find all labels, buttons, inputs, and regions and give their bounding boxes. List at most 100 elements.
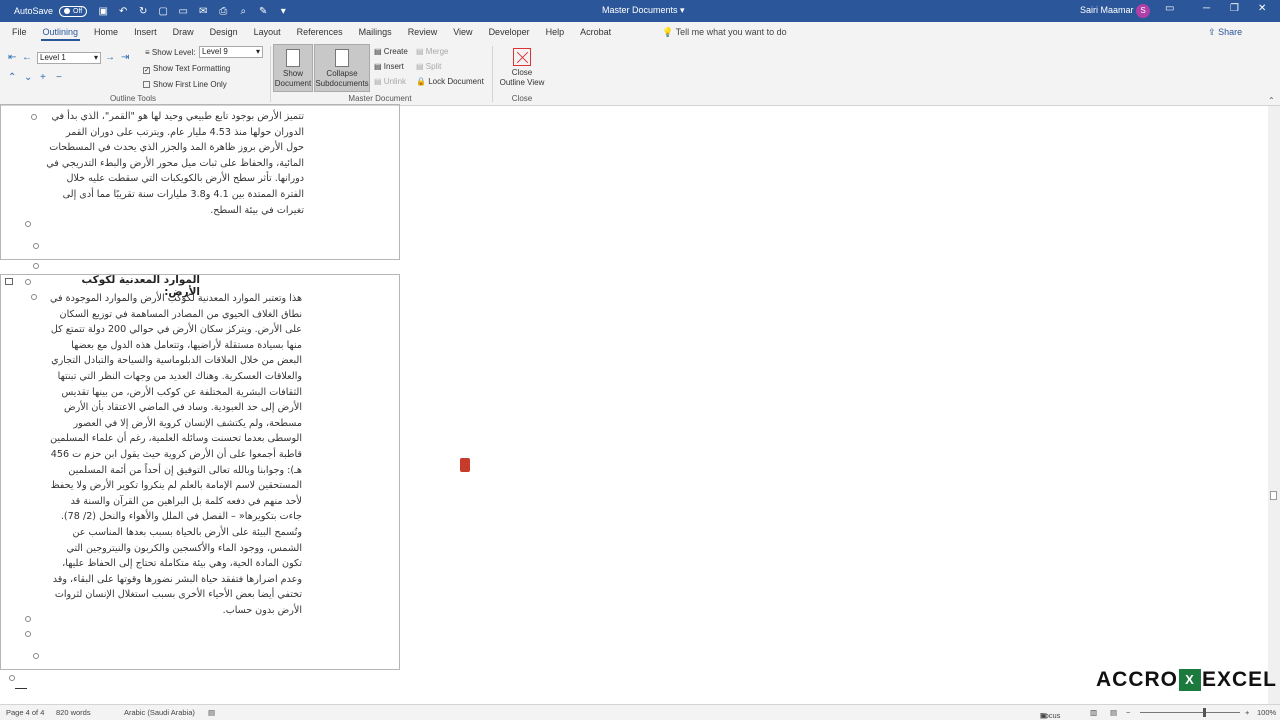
tab-outlining[interactable]: Outlining [35,22,87,42]
merge-button[interactable]: ▤ Merge [416,47,448,56]
outline-bullet-icon[interactable] [25,279,31,285]
promote-icon[interactable]: ← [22,52,32,63]
tab-mailings[interactable]: Mailings [351,22,400,42]
create-icon: ▤ [374,47,382,56]
split-button[interactable]: ▤ Split [416,62,441,71]
subdocument-icon[interactable] [5,278,13,285]
restore-icon[interactable]: ❐ [1230,3,1239,14]
outline-bullet-icon[interactable] [25,616,31,622]
collapse-subdocuments-button[interactable]: Collapse Subdocuments [314,44,370,92]
chevron-down-icon: ▾ [93,53,98,62]
show-text-formatting-checkbox[interactable]: ✓ Show Text Formatting [143,64,230,74]
share-button[interactable]: ⇪ Share [1208,27,1242,38]
accroexcel-logo: ACCRO X EXCEL [1096,668,1278,691]
tab-view[interactable]: View [445,22,480,42]
subdocuments-icon [335,49,349,67]
outline-tools-group-label: Outline Tools [109,94,157,103]
outline-bullet-icon[interactable] [33,263,39,269]
save-icon[interactable]: ▣ [97,6,109,17]
toggle-dot-icon [64,8,71,14]
redo-icon[interactable]: ↻ [137,6,149,17]
tab-home[interactable]: Home [86,22,126,42]
close-outline-view-button[interactable]: Close Outline View [498,44,546,92]
print-icon[interactable]: ⎙ [217,6,229,17]
tab-developer[interactable]: Developer [481,22,538,42]
collapse-ribbon-icon[interactable]: ⌃ [1268,96,1275,105]
master-document-group-label: Master Document [348,94,412,103]
outline-level-select[interactable]: Level 1 ▾ [37,52,101,64]
tab-acrobat[interactable]: Acrobat [572,22,619,42]
lock-document-button[interactable]: 🔒 Lock Document [416,77,484,86]
collapse-icon[interactable]: − [56,72,62,83]
outline-bullet-icon[interactable] [25,221,31,227]
customize-toolbar-icon[interactable]: ▾ [277,6,289,17]
divider [270,46,271,102]
show-first-line-only-checkbox[interactable]: Show First Line Only [143,80,227,89]
print-preview-icon[interactable]: ⌕ [237,6,249,17]
document-area[interactable]: تتميز الأرض بوجود تابع طبيعي وحيد لها هو… [0,104,1268,704]
outline-bullet-icon[interactable] [31,294,37,300]
zoom-level[interactable]: 100% [1257,708,1276,717]
divider [492,46,493,102]
tab-design[interactable]: Design [202,22,246,42]
tab-insert[interactable]: Insert [126,22,165,42]
new-document-icon[interactable]: ▢ [157,6,169,17]
tab-references[interactable]: References [289,22,351,42]
print-layout-icon[interactable]: ▤ [1110,708,1117,717]
quick-access-toolbar: ▣ ↶ ↻ ▢ ▭ ✉ ⎙ ⌕ ✎ ▾ [97,6,289,17]
tell-me-search[interactable]: 💡 Tell me what you want to do [662,27,787,38]
outline-bullet-icon[interactable] [33,653,39,659]
paragraph-resources[interactable]: هذا وتعتبر الموارد المعدنية لكوكب الأرض … [46,291,302,618]
read-mode-icon[interactable]: ▥ [1090,708,1097,717]
zoom-slider-track[interactable] [1140,712,1240,713]
ribbon: ⇤ ← → ⇥ ⌃ ⌄ + − ≡ Show Level: ✓ Show Text… [0,42,1280,106]
zoom-in-icon[interactable]: + [1245,708,1249,717]
outline-bullet-icon[interactable] [9,675,15,681]
tab-review[interactable]: Review [400,22,446,42]
split-icon: ▤ [416,62,424,71]
demote-icon[interactable]: → [105,52,115,63]
page-count[interactable]: Page 4 of 4 [6,708,44,717]
show-level-select[interactable]: Level 9 ▾ [199,46,263,58]
chevron-down-icon: ▾ [680,5,685,15]
tab-help[interactable]: Help [538,22,573,42]
outline-bullet-icon[interactable] [33,243,39,249]
move-up-icon[interactable]: ⌃ [8,72,16,83]
zoom-slider-thumb[interactable] [1203,708,1206,717]
autosave-toggle[interactable]: Off [59,5,88,17]
tab-layout[interactable]: Layout [246,22,289,42]
insert-subdocument-button[interactable]: ▤ Insert [374,62,404,71]
tab-file[interactable]: File [4,22,35,42]
excel-x-icon: X [1179,669,1201,691]
document-title[interactable]: Master Documents ▾ [602,5,685,16]
document-icon [286,49,300,67]
language-indicator[interactable]: Arabic (Saudi Arabia) [124,708,195,717]
expand-icon[interactable]: + [40,72,46,83]
zoom-out-icon[interactable]: − [1126,708,1130,717]
show-level-icon: ≡ [145,48,150,57]
end-marker [15,688,27,689]
move-down-icon[interactable]: ⌄ [24,72,32,83]
checkbox-checked-icon: ✓ [143,67,150,74]
create-subdocument-button[interactable]: ▤ Create [374,47,408,56]
avatar[interactable]: S [1136,4,1150,18]
accessibility-icon[interactable]: ▤ [208,708,215,717]
outline-bullet-icon[interactable] [25,631,31,637]
pen-icon[interactable]: ✎ [257,6,269,17]
open-folder-icon[interactable]: ▭ [177,6,189,17]
tab-draw[interactable]: Draw [165,22,202,42]
demote-to-body-icon[interactable]: ⇥ [121,52,129,63]
unlink-button[interactable]: ▤ Unlink [374,77,406,86]
outline-bullet-icon[interactable] [31,114,37,120]
minimize-icon[interactable]: ─ [1203,3,1210,14]
vertical-scrollbar[interactable] [1268,106,1280,704]
show-document-button[interactable]: Show Document [273,44,313,92]
promote-to-heading1-icon[interactable]: ⇤ [8,52,16,63]
word-count[interactable]: 820 words [56,708,91,717]
undo-icon[interactable]: ↶ [117,6,129,17]
ribbon-display-icon[interactable]: ▭ [1165,3,1174,14]
email-icon[interactable]: ✉ [197,6,209,17]
close-icon[interactable]: ✕ [1258,3,1266,14]
paragraph-moon[interactable]: تتميز الأرض بوجود تابع طبيعي وحيد لها هو… [46,109,304,218]
user-name[interactable]: Sairi Maamar [1080,5,1134,15]
